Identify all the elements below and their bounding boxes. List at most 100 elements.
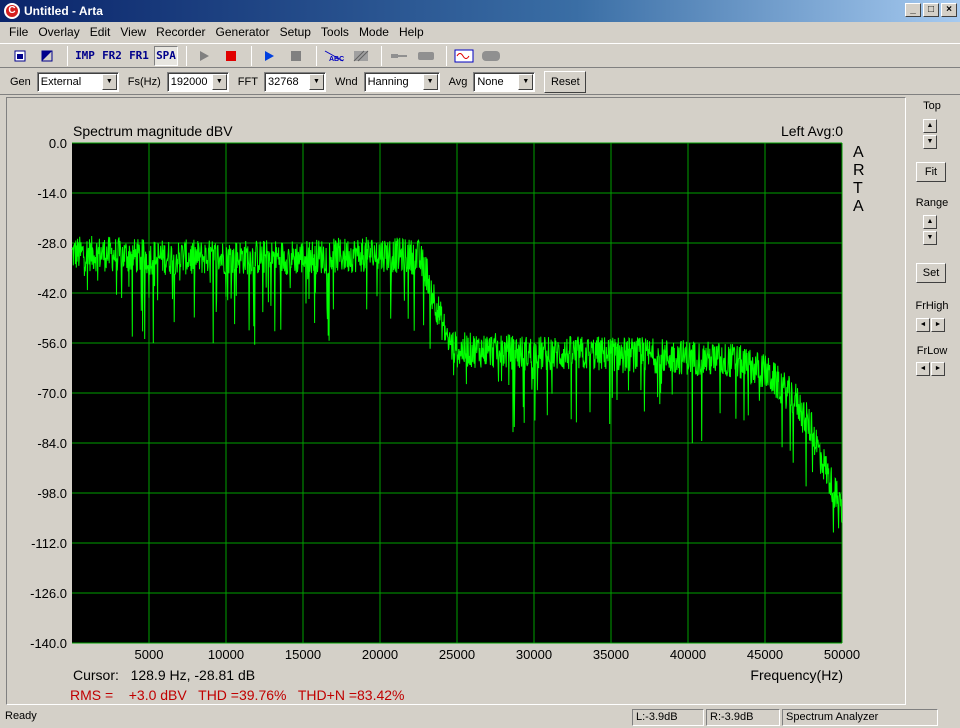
y-tick-label: -28.0 <box>37 236 67 251</box>
y-tick-label: 0.0 <box>49 136 67 151</box>
menu-help[interactable]: Help <box>394 25 429 39</box>
arta-app-icon[interactable]: C <box>4 3 20 19</box>
toolbar-separator <box>381 45 382 66</box>
watermark-letter: A <box>853 198 864 215</box>
y-tick-label: -14.0 <box>37 186 67 201</box>
x-tick-label: 5000 <box>135 647 164 662</box>
spectrum-plot[interactable]: Spectrum magnitude dBV Left Avg:0 0.0 -14… <box>7 98 905 704</box>
fr1-mode-button[interactable]: FR1 <box>127 46 151 66</box>
reset-button[interactable]: Reset <box>544 70 587 93</box>
menu-view[interactable]: View <box>115 25 151 39</box>
probe-icon <box>391 53 407 58</box>
stop-red-button[interactable] <box>219 46 243 66</box>
spa-mode-button[interactable]: SPA <box>154 45 178 66</box>
right-control-panel: Top ▲ ▼ Fit Range ▲ ▼ Set FrHigh ◄ ► FrL… <box>908 97 956 705</box>
status-ready: Ready <box>5 710 37 722</box>
top-up-button[interactable]: ▲ <box>923 119 937 133</box>
generator-off-button[interactable] <box>479 46 503 66</box>
impulse-mode-button[interactable]: IMP <box>73 46 97 66</box>
hatch-icon <box>353 50 369 61</box>
maximize-button[interactable]: □ <box>923 3 939 17</box>
x-tick-label: 30000 <box>516 647 552 662</box>
watermark-letter: R <box>853 162 865 179</box>
range-down-button[interactable]: ▼ <box>923 231 937 245</box>
menu-generator[interactable]: Generator <box>211 25 275 39</box>
gen-value: External <box>40 75 82 88</box>
status-bar: Ready L:-3.9dB R:-3.9dB Spectrum Analyze… <box>0 707 960 728</box>
title-bar: C Untitled - Arta _ □ × <box>0 0 960 22</box>
fr2-mode-button[interactable]: FR2 <box>100 46 124 66</box>
frlow-right-button[interactable]: ► <box>931 362 945 376</box>
y-tick-label: -112.0 <box>31 536 67 551</box>
stop-red-icon <box>226 50 236 61</box>
frhigh-right-button[interactable]: ► <box>931 318 945 332</box>
hatch-button[interactable] <box>349 46 373 66</box>
chevron-down-icon[interactable]: ▼ <box>211 73 227 90</box>
toolbar-separator <box>186 45 187 66</box>
fft-select[interactable]: 32768 ▼ <box>263 71 326 92</box>
fit-button[interactable]: Fit <box>916 162 946 182</box>
y-tick-label: -126.0 <box>30 586 67 601</box>
top-label: Top <box>923 100 941 112</box>
y-tick-label: -84.0 <box>37 436 67 451</box>
y-tick-label: -98.0 <box>37 486 67 501</box>
chevron-down-icon[interactable]: ▼ <box>518 73 534 90</box>
range-label: Range <box>915 197 949 209</box>
open-file-button[interactable] <box>8 46 32 66</box>
x-tick-label: 20000 <box>362 647 398 662</box>
chevron-down-icon[interactable]: ▼ <box>101 73 117 90</box>
record-play-button[interactable] <box>257 46 281 66</box>
y-tick-label: -140.0 <box>30 636 67 651</box>
x-tick-label: 35000 <box>593 647 629 662</box>
watermark-letter: A <box>853 144 864 161</box>
generator-icon <box>482 50 500 61</box>
range-up-button[interactable]: ▲ <box>923 215 937 229</box>
gen-select[interactable]: External ▼ <box>36 71 119 92</box>
fs-select[interactable]: 192000 ▼ <box>166 71 229 92</box>
x-tick-label: 25000 <box>439 647 475 662</box>
play-button[interactable] <box>192 46 216 66</box>
signal-generator-button[interactable] <box>452 46 476 66</box>
arta-watermark: ARTA <box>853 144 865 215</box>
menu-overlay[interactable]: Overlay <box>33 25 84 39</box>
probe-button[interactable] <box>387 46 411 66</box>
cursor-readout: Cursor: 128.9 Hz, -28.81 dB <box>73 667 255 683</box>
chevron-down-icon[interactable]: ▼ <box>422 73 438 90</box>
fs-value: 192000 <box>170 75 208 88</box>
menu-setup[interactable]: Setup <box>275 25 316 39</box>
stop-gray-button[interactable] <box>284 46 308 66</box>
top-down-button[interactable]: ▼ <box>923 135 937 149</box>
set-button[interactable]: Set <box>916 263 946 283</box>
wnd-select[interactable]: Hanning ▼ <box>363 71 440 92</box>
toolbar-separator <box>446 45 447 66</box>
chevron-down-icon[interactable]: ▼ <box>308 73 324 90</box>
frlow-left-button[interactable]: ◄ <box>916 362 930 376</box>
menu-file[interactable]: File <box>4 25 33 39</box>
avg-label: Avg <box>448 75 468 88</box>
svg-text:ABC: ABC <box>329 56 344 63</box>
minimize-button[interactable]: _ <box>905 3 921 17</box>
menu-edit[interactable]: Edit <box>85 25 116 39</box>
device-button[interactable] <box>414 46 438 66</box>
menu-bar: File Overlay Edit View Recorder Generato… <box>0 22 960 42</box>
menu-tools[interactable]: Tools <box>316 25 354 39</box>
frhigh-label: FrHigh <box>915 300 949 312</box>
frhigh-left-button[interactable]: ◄ <box>916 318 930 332</box>
chart-title: Spectrum magnitude dBV <box>73 123 233 139</box>
menu-recorder[interactable]: Recorder <box>151 25 210 39</box>
close-button[interactable]: × <box>941 3 957 17</box>
save-file-button[interactable] <box>35 46 59 66</box>
abc-icon: ABC <box>324 50 344 63</box>
x-tick-labels: 5000 10000 15000 20000 25000 30000 35000 40000 4… <box>135 647 861 662</box>
y-tick-label: -70.0 <box>37 386 67 401</box>
abc-button[interactable]: ABC <box>322 46 346 66</box>
y-tick-labels: 0.0 -14.0 -28.0 -42.0 -56.0 -70.0 -84.0 -98.0 -1… <box>30 136 67 651</box>
y-tick-label: -56.0 <box>37 336 67 351</box>
play-blue-icon <box>265 50 274 61</box>
x-axis-label: Frequency(Hz) <box>750 667 843 683</box>
avg-select[interactable]: None ▼ <box>473 71 536 92</box>
status-mode: Spectrum Analyzer <box>782 709 938 726</box>
play-gray-icon <box>200 50 209 61</box>
channel-info: Left Avg:0 <box>781 123 843 139</box>
menu-mode[interactable]: Mode <box>354 25 394 39</box>
